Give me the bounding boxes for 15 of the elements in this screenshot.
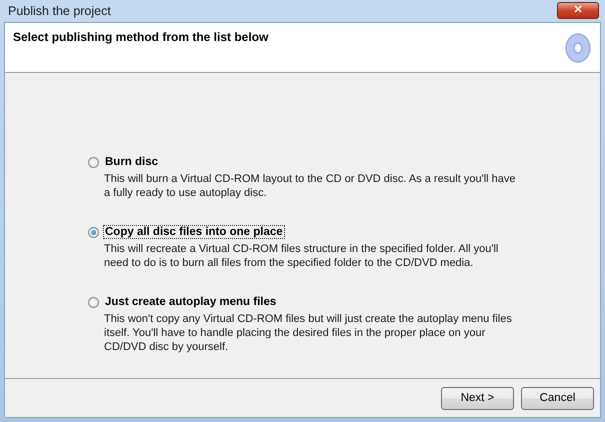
next-button[interactable]: Next > [441,386,514,410]
radio-button[interactable] [88,226,99,238]
window-title: Publish the project [8,4,111,18]
header-title: Select publishing method from the list below [13,30,268,46]
option-description: This won't copy any Virtual CD-ROM files but will just create the autoplay menu files itself. You'll have to handle placing the desired files in the proper place on your CD/DVD disc by yourself. [104,312,513,354]
cancel-button[interactable]: Cancel [521,386,594,410]
option-label[interactable]: Just create autoplay menu files [104,296,278,308]
option-label[interactable]: Copy all disc files into one place [104,226,284,238]
option-label[interactable]: Burn disc [104,156,160,168]
option-description: This will burn a Virtual CD-ROM layout to the CD or DVD disc. As a result you'll have a fully ready to use autoplay disc. [104,172,516,200]
radio-button[interactable] [88,296,99,308]
option-description: This will recreate a Virtual CD-ROM files structure in the specified folder. All you'll need to do is to burn all files from the specified folder to the CD/DVD media. [104,242,500,270]
disc-icon [564,32,592,64]
close-button[interactable]: ✕ [557,2,599,18]
radio-button[interactable] [88,156,99,168]
